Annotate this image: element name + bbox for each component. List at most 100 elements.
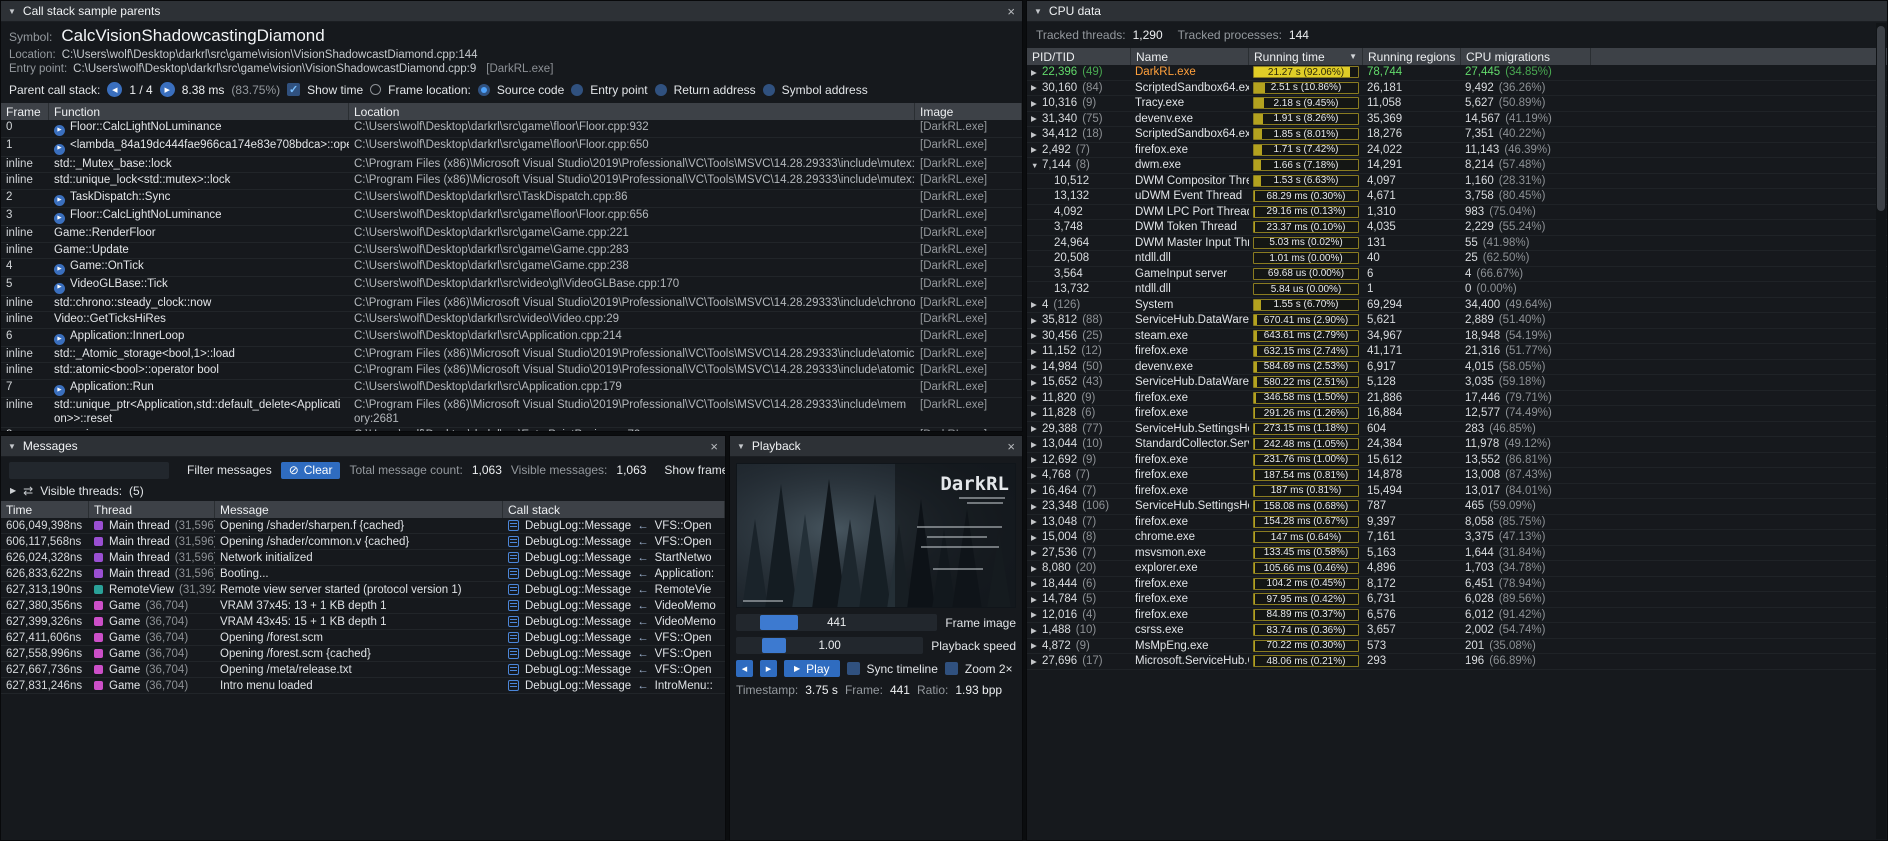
table-row[interactable]: 606,117,568nsMain thread(31,596)Opening … <box>1 534 725 550</box>
table-row[interactable]: 4,092DWM LPC Port Thread29.16 ms (0.13%)… <box>1027 205 1887 221</box>
message-callstack[interactable]: DebugLog::Message←VFS::Open <box>503 648 725 660</box>
scrollbar-thumb[interactable] <box>1877 26 1885 211</box>
table-row[interactable]: 10,512DWM Compositor Thread1.53 s (6.63%… <box>1027 174 1887 190</box>
table-row[interactable]: 627,558,996nsGame(36,704)Opening /forest… <box>1 646 725 662</box>
expand-icon[interactable]: ▶ <box>1031 471 1042 480</box>
step-forward-button[interactable]: ▶ <box>760 660 777 677</box>
table-row[interactable]: 627,399,326nsGame(36,704)VRAM 43x45: 15 … <box>1 614 725 630</box>
column-header-pid-tid[interactable]: PID/TID <box>1027 48 1131 65</box>
table-row[interactable]: ▶13,044(10)StandardCollector.Servic242.4… <box>1027 437 1887 453</box>
callstack-icon[interactable] <box>508 616 519 627</box>
table-row[interactable]: 3,748DWM Token Thread23.37 ms (0.10%)4,0… <box>1027 220 1887 236</box>
frame-jump-icon[interactable]: ▶ <box>54 334 65 345</box>
table-row[interactable]: 627,831,246nsGame(36,704)Intro menu load… <box>1 678 725 694</box>
table-row[interactable]: inlinestd::unique_ptr<Application,std::d… <box>1 398 1022 428</box>
expand-icon[interactable]: ▶ <box>1031 564 1042 573</box>
table-row[interactable]: 3,564GameInput server69.68 us (0.00%)64(… <box>1027 267 1887 283</box>
message-callstack[interactable]: DebugLog::Message←VideoMemo <box>503 616 725 628</box>
callstack-icon[interactable] <box>508 648 519 659</box>
zoom-2x-checkbox[interactable] <box>945 662 958 675</box>
expand-icon[interactable]: ▶ <box>1031 641 1042 650</box>
callstack-icon[interactable] <box>508 664 519 675</box>
table-row[interactable]: 0▶Floor::CalcLightNoLuminanceC:\Users\wo… <box>1 120 1022 138</box>
radio-return-address-label[interactable]: Return address <box>674 83 756 97</box>
column-header-function[interactable]: Function <box>49 103 349 120</box>
collapse-icon[interactable]: ▼ <box>737 442 745 451</box>
close-icon[interactable]: × <box>710 439 718 454</box>
expand-icon[interactable]: ▶ <box>1031 626 1042 635</box>
callstack-icon[interactable] <box>508 600 519 611</box>
expand-icon[interactable]: ▶ <box>1031 502 1042 511</box>
callstack-icon[interactable] <box>508 568 519 579</box>
table-row[interactable]: ▶27,696(17)Microsoft.ServiceHub.Co48.06 … <box>1027 654 1887 670</box>
message-callstack[interactable]: DebugLog::Message←VFS::Open <box>503 632 725 644</box>
frame-jump-icon[interactable]: ▶ <box>54 385 65 396</box>
table-row[interactable]: ▶18,444(6)firefox.exe104.2 ms (0.45%)8,1… <box>1027 577 1887 593</box>
table-row[interactable]: ▶23,348(106)ServiceHub.SettingsHost158.0… <box>1027 499 1887 515</box>
table-row[interactable]: 6▶Application::InnerLoopC:\Users\wolf\De… <box>1 329 1022 347</box>
expand-icon[interactable]: ▶ <box>1031 99 1042 108</box>
table-row[interactable]: 627,313,190nsRemoteView(31,392)Remote vi… <box>1 582 725 598</box>
expand-icon[interactable]: ▶ <box>1031 393 1042 402</box>
table-row[interactable]: 627,411,606nsGame(36,704)Opening /forest… <box>1 630 725 646</box>
frame-image-slider[interactable]: 441 <box>736 614 937 631</box>
table-row[interactable]: ▶10,316(9)Tracy.exe2.18 s (9.45%)11,0585… <box>1027 96 1887 112</box>
table-row[interactable]: 13,132uDWM Event Thread68.29 ms (0.30%)4… <box>1027 189 1887 205</box>
expand-icon[interactable]: ▶ <box>1031 548 1042 557</box>
column-header-thread[interactable]: Thread <box>89 501 215 518</box>
table-row[interactable]: inlinestd::atomic<bool>::operator boolC:… <box>1 363 1022 380</box>
table-row[interactable]: ▶4,872(9)MsMpEng.exe70.22 ms (0.30%)5732… <box>1027 639 1887 655</box>
callstack-icon[interactable] <box>508 552 519 563</box>
table-row[interactable]: ▶34,412(18)ScriptedSandbox64.exe1.85 s (… <box>1027 127 1887 143</box>
expand-icon[interactable]: ▶ <box>1031 68 1042 77</box>
message-callstack[interactable]: DebugLog::Message←VFS::Open <box>503 536 725 548</box>
table-row[interactable]: ▶16,464(7)firefox.exe187 ms (0.81%)15,49… <box>1027 484 1887 500</box>
table-row[interactable]: 626,024,328nsMain thread(31,596)Network … <box>1 550 725 566</box>
table-row[interactable]: ▶4,768(7)firefox.exe187.54 ms (0.81%)14,… <box>1027 468 1887 484</box>
message-callstack[interactable]: DebugLog::Message←VideoMemo <box>503 600 725 612</box>
collapse-icon[interactable]: ▼ <box>1031 161 1042 170</box>
table-row[interactable]: 627,667,736nsGame(36,704)Opening /meta/r… <box>1 662 725 678</box>
frame-jump-icon[interactable]: ▶ <box>54 264 65 275</box>
expand-icon[interactable]: ▶ <box>1031 579 1042 588</box>
expand-icon[interactable]: ▶ <box>1031 533 1042 542</box>
table-row[interactable]: 1▶<lambda_84a19dc444fae966ca174e83e708bd… <box>1 138 1022 156</box>
frame-jump-icon[interactable]: ▶ <box>54 144 65 155</box>
callstack-icon[interactable] <box>508 584 519 595</box>
clear-button[interactable]: ⊘ Clear <box>281 462 341 479</box>
table-row[interactable]: ▶11,820(9)firefox.exe346.58 ms (1.50%)21… <box>1027 391 1887 407</box>
expand-icon[interactable]: ▶ <box>1031 83 1042 92</box>
table-row[interactable]: ▶4(126)System1.55 s (6.70%)69,29434,400(… <box>1027 298 1887 314</box>
table-row[interactable]: ▶14,784(5)firefox.exe97.95 ms (0.42%)6,7… <box>1027 592 1887 608</box>
table-row[interactable]: ▶29,388(77)ServiceHub.SettingsHost273.15… <box>1027 422 1887 438</box>
table-row[interactable]: ▶2,492(7)firefox.exe1.71 s (7.42%)24,022… <box>1027 143 1887 159</box>
table-row[interactable]: 5▶VideoGLBase::TickC:\Users\wolf\Desktop… <box>1 277 1022 295</box>
table-row[interactable]: inlineVideo::GetTicksHiResC:\Users\wolf\… <box>1 312 1022 329</box>
table-row[interactable]: 627,380,356nsGame(36,704)VRAM 37x45: 13 … <box>1 598 725 614</box>
expand-icon[interactable]: ▶ <box>1031 440 1042 449</box>
prev-parent-button[interactable]: ◀ <box>107 82 122 97</box>
table-row[interactable]: 606,049,398nsMain thread(31,596)Opening … <box>1 518 725 534</box>
expand-icon[interactable]: ▶ <box>1031 300 1042 309</box>
column-header-running-time[interactable]: Running time ▼ <box>1249 48 1363 65</box>
table-row[interactable]: ▼7,144(8)dwm.exe1.66 s (7.18%)14,2918,21… <box>1027 158 1887 174</box>
collapse-icon[interactable]: ▼ <box>8 7 16 16</box>
table-row[interactable]: ▶1,488(10)csrss.exe83.74 ms (0.36%)3,657… <box>1027 623 1887 639</box>
table-row[interactable]: inlinestd::chrono::steady_clock::nowC:\P… <box>1 296 1022 313</box>
expand-icon[interactable]: ▶ <box>1031 145 1042 154</box>
message-callstack[interactable]: DebugLog::Message←StartNetwo <box>503 552 725 564</box>
expand-icon[interactable]: ▶ <box>1031 331 1042 340</box>
column-header-callstack[interactable]: Call stack <box>503 501 725 518</box>
radio-symbol-address-label[interactable]: Symbol address <box>782 83 868 97</box>
expand-icon[interactable]: ▶ <box>1031 424 1042 433</box>
close-icon[interactable]: × <box>1007 4 1015 19</box>
table-row[interactable]: ▶31,340(75)devenv.exe1.91 s (8.26%)35,36… <box>1027 112 1887 128</box>
column-header-name[interactable]: Name <box>1131 48 1249 65</box>
column-header-message[interactable]: Message <box>215 501 503 518</box>
expand-icon[interactable]: ▶ <box>1031 595 1042 604</box>
table-row[interactable]: ▶12,016(4)firefox.exe84.89 ms (0.37%)6,5… <box>1027 608 1887 624</box>
column-header-running-regions[interactable]: Running regions <box>1363 48 1461 65</box>
table-row[interactable]: inlineGame::RenderFloorC:\Users\wolf\Des… <box>1 226 1022 243</box>
message-callstack[interactable]: DebugLog::Message←Application: <box>503 568 725 580</box>
table-row[interactable]: 13,732ntdll.dll5.84 us (0.00%)10(0.00%) <box>1027 282 1887 298</box>
